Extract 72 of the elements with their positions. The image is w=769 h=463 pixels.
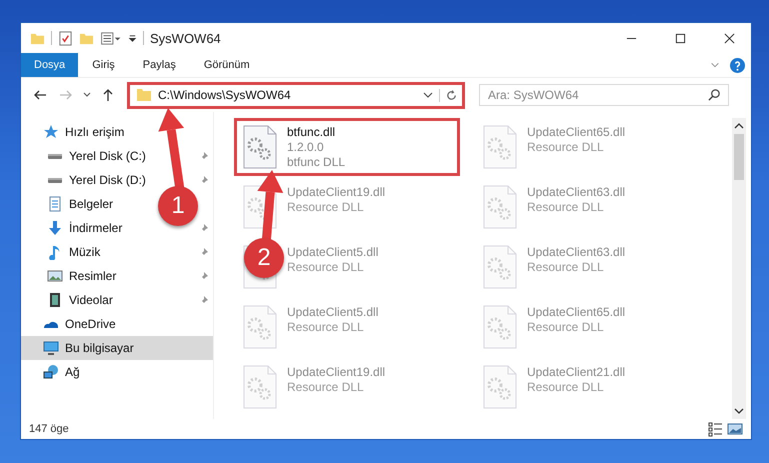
dll-file-icon <box>243 125 277 169</box>
file-name: UpdateClient65.dll <box>527 305 626 319</box>
view-options-icon[interactable] <box>100 30 122 46</box>
file-detail: Resource DLL <box>527 200 605 214</box>
file-detail: Resource DLL <box>527 380 605 394</box>
sidebar-item[interactable]: OneDrive <box>43 316 116 332</box>
sidebar-item[interactable]: Hızlı erişim <box>43 124 124 140</box>
file-detail: Resource DLL <box>527 140 605 154</box>
sidebar-item[interactable]: Yerel Disk (D:) <box>47 173 146 187</box>
address-path: C:\Windows\SysWOW64 <box>158 88 291 102</box>
dll-file-icon <box>483 365 517 409</box>
file-detail: Resource DLL <box>527 260 605 274</box>
sidebar-item[interactable]: İndirmeler <box>47 220 122 236</box>
star-icon <box>43 124 59 140</box>
file-detail: Resource DLL <box>527 320 605 334</box>
sidebar-item[interactable]: Resimler <box>47 268 116 284</box>
file-detail: btfunc DLL <box>287 155 346 169</box>
sidebar-item[interactable]: Müzik <box>47 244 100 260</box>
properties-icon[interactable] <box>58 30 73 46</box>
search-field[interactable]: Ara: SysWOW64 <box>479 84 729 106</box>
dll-file-icon <box>483 245 517 289</box>
monitor-icon <box>43 340 59 356</box>
file-name: btfunc.dll <box>287 125 336 139</box>
dll-file-icon <box>243 365 277 409</box>
scrollbar[interactable] <box>732 118 746 419</box>
file-detail: 1.2.0.0 <box>287 140 325 154</box>
file-name: UpdateClient5.dll <box>287 245 378 259</box>
picture-icon <box>47 268 63 284</box>
address-bar[interactable]: C:\Windows\SysWOW64 <box>127 82 465 108</box>
file-name: UpdateClient19.dll <box>287 365 386 379</box>
dll-file-icon <box>483 125 517 169</box>
large-icons-view-icon[interactable] <box>727 421 743 437</box>
dll-file-icon <box>483 185 517 229</box>
window-title: SysWOW64 <box>150 30 221 46</box>
scroll-thumb[interactable] <box>734 134 744 180</box>
refresh-icon[interactable] <box>439 88 458 102</box>
sidebar-item[interactable]: Ağ <box>43 364 80 380</box>
dll-file-icon <box>243 305 277 349</box>
down-arrow-icon <box>47 220 63 236</box>
file-name: UpdateClient63.dll <box>527 185 626 199</box>
sidebar-item[interactable]: Yerel Disk (C:) <box>47 149 146 163</box>
film-icon <box>47 292 63 308</box>
details-view-icon[interactable] <box>707 421 723 437</box>
dll-file-icon <box>483 305 517 349</box>
file-detail: Resource DLL <box>287 200 365 214</box>
ribbon-tab[interactable]: Dosya <box>21 53 78 77</box>
sidebar-item[interactable]: Bu bilgisayar <box>43 340 134 356</box>
folder-icon <box>136 87 152 103</box>
file-detail: Resource DLL <box>287 260 365 274</box>
file-name: UpdateClient63.dll <box>527 245 626 259</box>
ribbon-tab[interactable]: Paylaş <box>128 53 190 77</box>
ribbon-tab[interactable]: Görünüm <box>190 53 264 77</box>
drive-icon <box>47 176 63 184</box>
customize-dropdown-icon[interactable] <box>128 34 137 42</box>
file-name: UpdateClient5.dll <box>287 305 378 319</box>
file-name: UpdateClient65.dll <box>527 125 626 139</box>
item-count: 147 öge <box>29 423 69 435</box>
file-name: UpdateClient19.dll <box>287 185 386 199</box>
help-icon[interactable] <box>730 58 745 72</box>
file-detail: Resource DLL <box>287 380 365 394</box>
sidebar-item[interactable]: Videolar <box>47 292 113 308</box>
highlighted-file-item[interactable]: btfunc.dll 1.2.0.0 btfunc DLL <box>234 118 460 176</box>
sidebar-item[interactable]: Belgeler <box>47 196 114 212</box>
search-icon[interactable] <box>708 88 721 101</box>
ribbon-tab[interactable]: Giriş <box>78 53 129 77</box>
file-name: UpdateClient21.dll <box>527 365 626 379</box>
chevron-down-icon[interactable] <box>423 90 433 100</box>
document-icon <box>47 196 63 212</box>
recent-dropdown-icon[interactable] <box>83 91 91 99</box>
network-icon <box>43 364 59 380</box>
file-detail: Resource DLL <box>287 320 365 334</box>
drive-icon <box>47 152 63 160</box>
